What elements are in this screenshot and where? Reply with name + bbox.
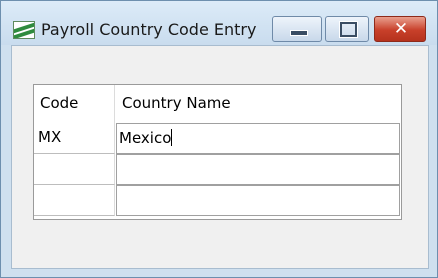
code-cell[interactable]: MX xyxy=(34,123,115,154)
title-bar[interactable]: Payroll Country Code Entry ✕ xyxy=(1,1,437,45)
column-header-country-name[interactable]: Country Name xyxy=(115,85,401,123)
code-cell[interactable] xyxy=(34,185,115,216)
country-name-input[interactable]: Mexico xyxy=(116,123,400,154)
window-title: Payroll Country Code Entry xyxy=(41,20,257,39)
minimize-icon xyxy=(290,30,308,36)
code-cell[interactable] xyxy=(34,154,115,185)
close-icon: ✕ xyxy=(393,19,409,39)
maximize-icon xyxy=(340,22,357,37)
column-header-code[interactable]: Code xyxy=(34,85,115,123)
client-area: Code Country Name MX Mexico xyxy=(11,45,429,269)
text-caret xyxy=(171,129,173,146)
minimize-button[interactable] xyxy=(272,16,322,42)
country-name-value: Mexico xyxy=(119,129,172,147)
country-name-cell[interactable] xyxy=(116,154,400,185)
country-name-cell[interactable] xyxy=(116,185,400,216)
country-code-grid: Code Country Name MX Mexico xyxy=(33,84,402,220)
close-button[interactable]: ✕ xyxy=(374,16,426,42)
payroll-country-code-window: Payroll Country Code Entry ✕ Code Countr… xyxy=(0,0,438,278)
maximize-button[interactable] xyxy=(325,16,369,42)
payroll-app-icon[interactable] xyxy=(13,21,35,39)
